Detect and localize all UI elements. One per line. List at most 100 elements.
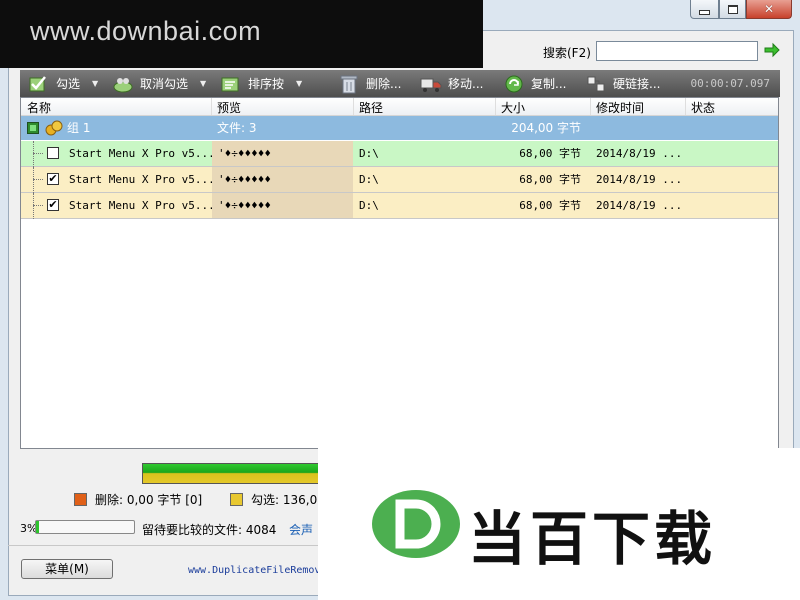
file-name: Start Menu X Pro v5...: [69, 173, 215, 186]
search-go-arrow-icon[interactable]: [764, 42, 780, 58]
tree-line: [33, 205, 43, 206]
column-divider: [685, 98, 686, 115]
file-size: 68,00 字节: [519, 147, 581, 160]
legend-checked-swatch: [230, 493, 243, 506]
file-name: Start Menu X Pro v5...: [69, 199, 215, 212]
group-file-count: 文件: 3: [217, 121, 257, 135]
sort-icon: [221, 77, 239, 91]
tree-line: [33, 193, 35, 219]
check-button[interactable]: 勾选 ▼: [28, 70, 98, 97]
hardlink-label: 硬链接...: [613, 77, 661, 91]
copy-button[interactable]: 复制...: [503, 70, 566, 97]
close-icon: ✕: [763, 2, 775, 16]
column-path[interactable]: 路径: [359, 99, 383, 116]
column-modified[interactable]: 修改时间: [596, 99, 644, 116]
search-input[interactable]: [596, 41, 758, 61]
check-progress-fill: [143, 464, 321, 483]
column-divider: [495, 98, 496, 115]
file-preview: '♦÷♦♦♦♦♦: [212, 141, 353, 166]
maximize-button[interactable]: [719, 0, 746, 19]
move-button[interactable]: 移动...: [420, 70, 483, 97]
close-button[interactable]: ✕: [746, 0, 792, 19]
check-label: 勾选: [56, 77, 81, 91]
watermark-text: www.downbai.com: [30, 16, 262, 46]
menu-button[interactable]: 菜单(M): [21, 559, 113, 579]
file-size: 68,00 字节: [519, 199, 581, 212]
file-path: D:\: [359, 173, 379, 186]
copy-label: 复制...: [531, 77, 567, 91]
uncheck-button[interactable]: 取消勾选 ▼: [112, 70, 206, 97]
file-path: D:\: [359, 147, 379, 160]
move-truck-icon: [420, 78, 442, 92]
file-modified: 2014/8/19 ...: [596, 199, 683, 212]
tree-line: [33, 167, 35, 193]
brand-watermark: 当百下载: [318, 448, 800, 600]
tree-line: [33, 153, 43, 154]
file-preview: '♦÷♦♦♦♦♦: [212, 167, 353, 192]
delete-label: 删除...: [366, 77, 402, 91]
group-checkbox[interactable]: [27, 122, 39, 134]
check-progress-bar: [142, 463, 322, 484]
delete-button[interactable]: 删除...: [338, 70, 401, 97]
uncheck-files-icon: [113, 77, 133, 92]
column-preview[interactable]: 预览: [217, 99, 241, 116]
legend-delete-text: 删除: 0,00 字节 [0]: [95, 493, 203, 507]
list-header: 名称 预览 路径 大小 修改时间 状态: [21, 98, 778, 116]
file-path: D:\: [359, 199, 379, 212]
elapsed-timer: 00:00:07.097: [690, 77, 770, 90]
uncheck-dropdown-icon[interactable]: ▼: [200, 79, 206, 88]
column-status[interactable]: 状态: [691, 99, 715, 116]
member-link[interactable]: 会声: [289, 521, 313, 538]
compare-progress-fill: [36, 521, 39, 533]
uncheck-label: 取消勾选: [140, 77, 189, 91]
tree-line: [33, 141, 35, 167]
legend-checked: 勾选: 136,00: [230, 491, 325, 508]
file-modified: 2014/8/19 ...: [596, 173, 683, 186]
row-checkbox[interactable]: [47, 147, 59, 159]
table-row[interactable]: ✔ Start Menu X Pro v5... '♦÷♦♦♦♦♦ D:\ 68,00 …: [21, 193, 778, 219]
table-row[interactable]: ✔ Start Menu X Pro v5... '♦÷♦♦♦♦♦ D:\ 68,00 …: [21, 167, 778, 193]
column-size[interactable]: 大小: [501, 99, 525, 116]
file-modified: 2014/8/19 ...: [596, 147, 683, 160]
copy-icon: [505, 75, 523, 92]
website-link[interactable]: www.DuplicateFileRemov: [188, 565, 320, 576]
results-list[interactable]: 名称 预览 路径 大小 修改时间 状态 组 1 文件: 3 204,00 字节 …: [20, 97, 779, 449]
file-name: Start Menu X Pro v5...: [69, 147, 215, 160]
check-files-icon: [29, 75, 46, 91]
search-label: 搜索(F2): [543, 46, 591, 60]
legend-delete: 删除: 0,00 字节 [0]: [74, 491, 202, 508]
move-label: 移动...: [448, 77, 484, 91]
file-size: 68,00 字节: [519, 173, 581, 186]
hardlink-icon: [587, 76, 605, 91]
maximize-icon: [727, 4, 738, 14]
trash-icon: [340, 75, 358, 93]
sort-dropdown-icon[interactable]: ▼: [296, 79, 302, 88]
compare-progress-bar: [35, 520, 135, 534]
group-size: 204,00 字节: [511, 121, 581, 135]
row-checkbox[interactable]: ✔: [47, 173, 59, 185]
column-divider: [590, 98, 591, 115]
watermark-banner: www.downbai.com: [0, 0, 483, 68]
brand-d-logo: [372, 490, 460, 558]
table-row[interactable]: Start Menu X Pro v5... '♦÷♦♦♦♦♦ D:\ 68,00 字…: [21, 141, 778, 167]
legend-checked-text: 勾选: 136,00: [251, 493, 325, 507]
file-preview: '♦÷♦♦♦♦♦: [212, 193, 353, 218]
column-name[interactable]: 名称: [27, 99, 51, 116]
legend-delete-swatch: [74, 493, 87, 506]
group-label: 组 1: [67, 121, 91, 135]
toolbar: 勾选 ▼ 取消勾选 ▼ 排序按 ▼ 删除... 移动... 复制... 硬链接.…: [20, 70, 780, 97]
waiting-files-text: 留待要比较的文件: 4084: [142, 523, 277, 537]
sort-button[interactable]: 排序按 ▼: [220, 70, 302, 97]
hardlink-button[interactable]: 硬链接...: [585, 70, 660, 97]
column-divider: [353, 98, 354, 115]
minimize-icon: [699, 9, 710, 15]
group-row[interactable]: 组 1 文件: 3 204,00 字节: [21, 116, 778, 140]
column-divider: [211, 98, 212, 115]
minimize-button[interactable]: [690, 0, 719, 19]
tree-line: [33, 179, 43, 180]
group-coins-icon: [45, 120, 63, 136]
sort-label: 排序按: [248, 77, 285, 91]
brand-text: 当百下载: [468, 505, 717, 573]
check-dropdown-icon[interactable]: ▼: [92, 79, 98, 88]
row-checkbox[interactable]: ✔: [47, 199, 59, 211]
